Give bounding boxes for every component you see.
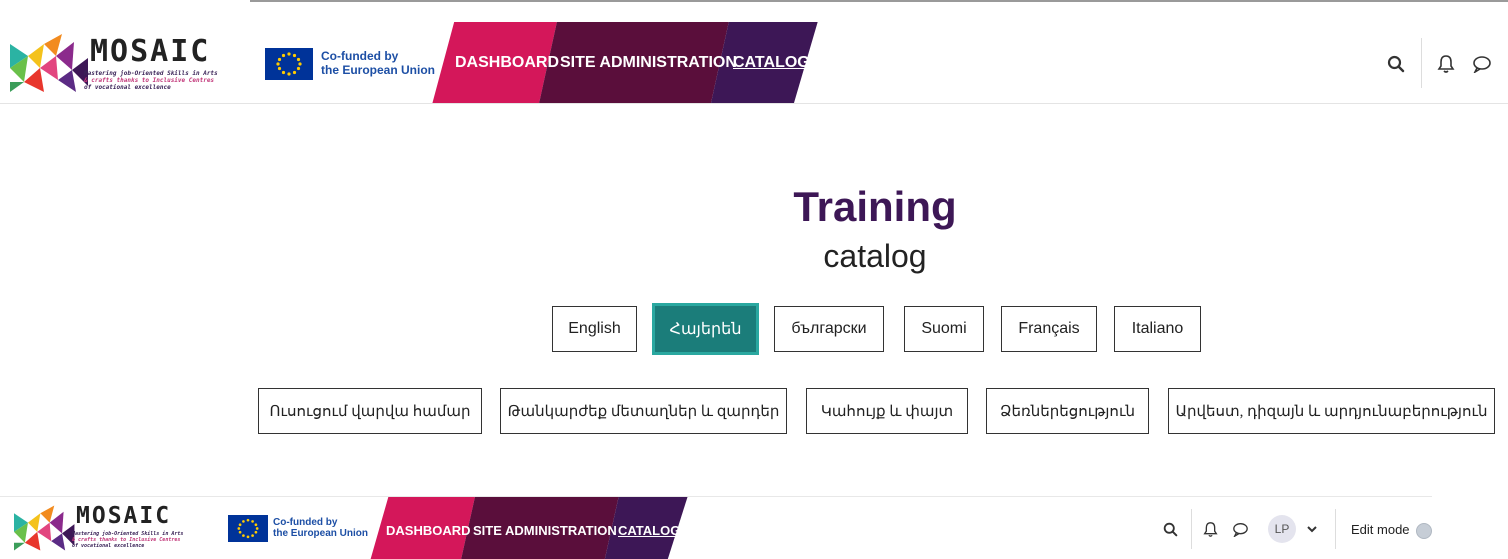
nav-site-administration-small[interactable]: SITE ADMINISTRATION xyxy=(473,523,617,538)
category-button-3[interactable]: Կահույք և փայտ xyxy=(806,388,968,434)
nav-dashboard[interactable]: DASHBOARD xyxy=(455,54,559,72)
lang-button-english[interactable]: English xyxy=(552,306,637,352)
mosaic-logo-mark xyxy=(10,34,88,92)
search-icon[interactable] xyxy=(1160,519,1180,539)
mosaic-logo-small[interactable]: MOSAIC Mastering job-Oriented Skills in … xyxy=(14,503,214,553)
lang-button-finnish[interactable]: Suomi xyxy=(904,306,984,352)
avatar: LP xyxy=(1268,515,1296,543)
page-title: Training xyxy=(793,183,957,230)
navbar: MOSAIC Mastering job-Oriented Skills in … xyxy=(0,22,1508,104)
eu-text-small-line1: Co-funded by xyxy=(273,517,338,528)
top-divider xyxy=(250,0,1508,2)
chat-icon[interactable] xyxy=(1230,519,1250,539)
eu-text-line2: the European Union xyxy=(321,63,435,77)
logo-wordmark: MOSAIC xyxy=(90,34,211,69)
edit-mode-label: Edit mode xyxy=(1351,522,1410,537)
nav-site-administration[interactable]: SITE ADMINISTRATION xyxy=(560,54,737,72)
nav-divider-small xyxy=(1191,509,1192,549)
navbar-secondary: MOSAIC Mastering job-Oriented Skills in … xyxy=(0,496,1432,559)
chevron-down-icon xyxy=(1307,526,1317,533)
search-icon[interactable] xyxy=(1384,52,1408,76)
category-button-1[interactable]: Ուսուցում վարվա համար xyxy=(258,388,482,434)
logo-wordmark-small: MOSAIC xyxy=(76,503,172,529)
bell-icon[interactable] xyxy=(1434,52,1458,76)
page-subtitle: catalog xyxy=(823,238,927,274)
eu-funding-badge-small: Co-funded by the European Union xyxy=(228,515,368,543)
lang-button-italian[interactable]: Italiano xyxy=(1114,306,1201,352)
bell-icon[interactable] xyxy=(1200,519,1220,539)
chat-icon[interactable] xyxy=(1470,52,1494,76)
eu-text-line1: Co-funded by xyxy=(321,49,399,63)
lang-button-armenian[interactable]: Հայերեն xyxy=(652,303,759,355)
logo-tagline-3: of vocational excellence xyxy=(84,84,171,91)
logo-tagline-1: Mastering job-Oriented Skills in Arts xyxy=(84,70,218,77)
nav-catalog-small[interactable]: CATALOG xyxy=(618,523,680,538)
logo-tagline-small-3: of vocational excellence xyxy=(72,543,145,549)
eu-funding-badge: Co-funded by the European Union xyxy=(265,48,435,82)
eu-text-small-line2: the European Union xyxy=(273,528,368,539)
user-menu[interactable]: LP xyxy=(1268,515,1318,543)
eu-flag-icon xyxy=(265,48,313,80)
mosaic-logo[interactable]: MOSAIC Mastering job-Oriented Skills in … xyxy=(10,34,250,94)
nav-catalog[interactable]: CATALOG xyxy=(733,54,810,72)
eu-flag-icon-small xyxy=(228,515,268,542)
nav-dashboard-small[interactable]: DASHBOARD xyxy=(386,523,471,538)
category-button-4[interactable]: Ձեռներեցություն xyxy=(986,388,1149,434)
lang-button-bulgarian[interactable]: български xyxy=(774,306,884,352)
edit-mode-toggle[interactable] xyxy=(1416,523,1432,539)
nav-divider-small-2 xyxy=(1335,509,1336,549)
category-button-2[interactable]: Թանկարժեք մետաղներ և զարդեր xyxy=(500,388,787,434)
logo-tagline-2: & crafts thanks to Inclusive Centres xyxy=(84,77,215,84)
mosaic-logo-mark-small xyxy=(14,505,75,551)
category-button-5[interactable]: Արվեստ, դիզայն և արդյունաբերություն xyxy=(1168,388,1495,434)
lang-button-french[interactable]: Français xyxy=(1001,306,1097,352)
nav-divider xyxy=(1421,38,1422,88)
